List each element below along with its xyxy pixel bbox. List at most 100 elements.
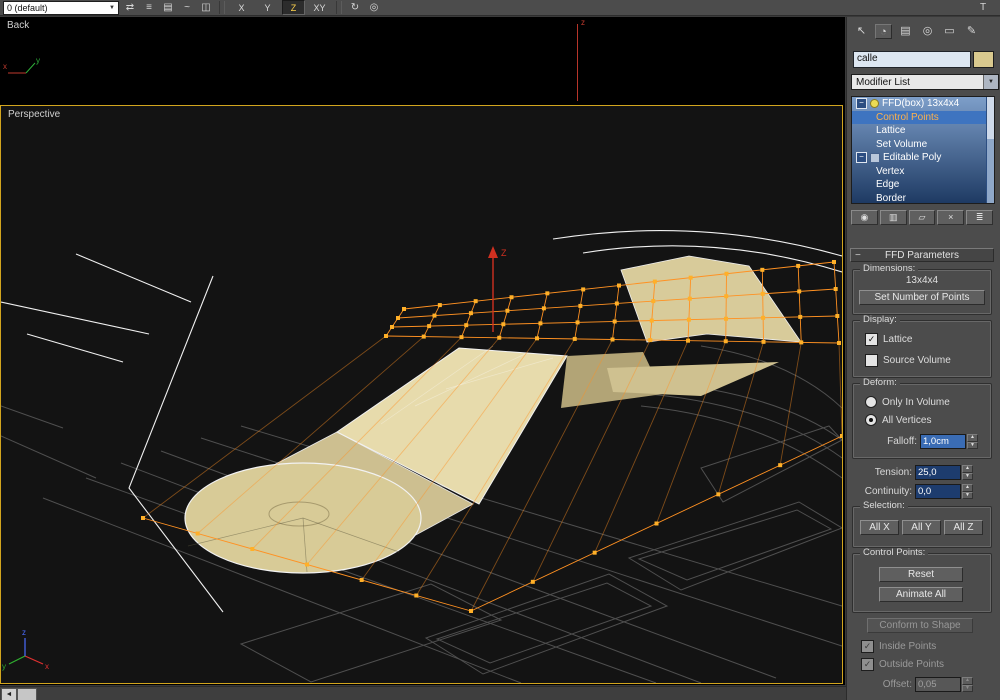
- named-selection-set-dropdown[interactable]: 0 (default) ▼: [3, 0, 119, 15]
- scrollbar-thumb[interactable]: [17, 688, 37, 700]
- ffd-control-point[interactable]: [614, 301, 619, 306]
- ffd-control-point[interactable]: [716, 492, 721, 497]
- spin-down-icon[interactable]: ▼: [967, 441, 978, 449]
- ffd-control-point[interactable]: [432, 313, 437, 318]
- ffd-control-point[interactable]: [414, 593, 419, 598]
- ffd-control-point[interactable]: [760, 267, 765, 272]
- remove-modifier-icon[interactable]: ×: [937, 210, 965, 225]
- ffd-control-point[interactable]: [535, 336, 539, 341]
- ffd-control-point[interactable]: [402, 307, 406, 311]
- ffd-control-point[interactable]: [796, 263, 801, 268]
- spin-up-icon[interactable]: ▲: [962, 484, 973, 492]
- tab-hierarchy-icon[interactable]: ▤: [897, 24, 914, 39]
- checkbox-checked-icon[interactable]: ✓: [861, 658, 874, 671]
- ffd-control-point[interactable]: [459, 335, 464, 340]
- rotate-gizmo-icon[interactable]: ↻: [347, 1, 363, 14]
- ffd-control-point[interactable]: [612, 319, 617, 324]
- ffd-control-point[interactable]: [840, 434, 842, 438]
- tab-create-icon[interactable]: ↖: [853, 24, 870, 39]
- checkbox-checked-icon[interactable]: ✓: [865, 333, 878, 346]
- ffd-control-point[interactable]: [833, 287, 838, 291]
- ffd-control-point[interactable]: [778, 463, 783, 468]
- inside-points-checkbox-row[interactable]: ✓ Inside Points: [861, 640, 936, 653]
- viewport-3d-scene[interactable]: Z x y z: [1, 106, 842, 683]
- show-end-result-icon[interactable]: ▥: [879, 210, 907, 225]
- tension-field[interactable]: 25,0: [915, 465, 961, 480]
- ffd-control-point[interactable]: [427, 324, 432, 329]
- expander-icon[interactable]: −: [856, 98, 867, 110]
- ffd-control-point[interactable]: [837, 341, 841, 345]
- ffd-control-point[interactable]: [652, 279, 657, 284]
- stack-row-vertex[interactable]: Vertex: [852, 165, 994, 179]
- continuity-spinner[interactable]: ▲ ▼: [962, 484, 973, 499]
- ffd-control-point[interactable]: [396, 316, 400, 320]
- configure-modifier-sets-icon[interactable]: ≣: [966, 210, 993, 225]
- ffd-control-point[interactable]: [469, 609, 473, 613]
- expander-icon[interactable]: −: [856, 152, 867, 164]
- ffd-control-point[interactable]: [468, 311, 473, 316]
- ffd-control-point[interactable]: [723, 339, 728, 344]
- spin-up-icon[interactable]: ▲: [962, 465, 973, 473]
- stack-row-edge[interactable]: Edge: [852, 178, 994, 192]
- align-icon[interactable]: ≡: [141, 1, 157, 14]
- only-in-volume-radio-row[interactable]: Only In Volume: [865, 396, 950, 408]
- modifier-list-dropdown[interactable]: Modifier List ▼: [851, 74, 999, 90]
- all-z-button[interactable]: All Z: [944, 520, 983, 535]
- ffd-control-point[interactable]: [390, 325, 394, 329]
- ffd-control-point[interactable]: [686, 317, 691, 322]
- scrollbar-thumb[interactable]: [987, 97, 994, 139]
- ffd-control-point[interactable]: [464, 323, 469, 328]
- tab-display-icon[interactable]: ▭: [941, 24, 958, 39]
- ffd-control-point[interactable]: [654, 521, 659, 526]
- pin-stack-icon[interactable]: ◉: [851, 210, 878, 225]
- ffd-control-point[interactable]: [384, 334, 388, 338]
- ffd-control-point[interactable]: [572, 336, 577, 341]
- dropdown-arrow-icon[interactable]: ▼: [983, 75, 998, 89]
- all-y-button[interactable]: All Y: [902, 520, 941, 535]
- snap-toggle-icon[interactable]: ◎: [366, 1, 382, 14]
- ffd-control-point[interactable]: [538, 321, 543, 326]
- ffd-control-point[interactable]: [497, 335, 502, 340]
- ffd-control-point[interactable]: [688, 275, 693, 280]
- stack-row-lattice[interactable]: Lattice: [852, 124, 994, 138]
- all-vertices-radio-row[interactable]: All Vertices: [865, 414, 931, 426]
- ffd-control-point[interactable]: [610, 337, 615, 342]
- ffd-control-point[interactable]: [305, 562, 309, 567]
- tension-spinner[interactable]: ▲ ▼: [962, 465, 973, 480]
- continuity-field[interactable]: 0,0: [915, 484, 961, 499]
- schematic-view-icon[interactable]: ◫: [198, 1, 214, 14]
- outside-points-checkbox-row[interactable]: ✓ Outside Points: [861, 658, 944, 671]
- offset-spinner[interactable]: ▲ ▼: [962, 677, 973, 692]
- ffd-control-point[interactable]: [505, 308, 510, 313]
- ffd-control-point[interactable]: [437, 303, 442, 308]
- object-name-field[interactable]: calle: [853, 51, 971, 68]
- back-viewport[interactable]: Back z x y: [0, 17, 845, 104]
- viewport-label[interactable]: Back: [7, 20, 29, 31]
- lattice-checkbox-row[interactable]: ✓ Lattice: [865, 333, 912, 346]
- axis-constraint-z-button[interactable]: Z: [282, 0, 305, 15]
- reset-button[interactable]: Reset: [879, 567, 963, 582]
- ffd-control-point[interactable]: [724, 316, 728, 321]
- ffd-control-point[interactable]: [578, 303, 583, 308]
- collapse-icon[interactable]: −: [855, 249, 861, 262]
- make-unique-icon[interactable]: ▱: [908, 210, 936, 225]
- stack-row-editable-poly[interactable]: − Editable Poly: [852, 151, 994, 165]
- tab-modify-icon[interactable]: ◔: [875, 24, 892, 39]
- manage-layers-icon[interactable]: ▤: [160, 1, 176, 14]
- spin-up-icon[interactable]: ▲: [962, 677, 973, 685]
- falloff-spinner[interactable]: ▲ ▼: [967, 434, 978, 449]
- ffd-control-point[interactable]: [760, 291, 765, 296]
- ffd-control-point[interactable]: [575, 320, 580, 325]
- ffd-control-point[interactable]: [798, 314, 803, 319]
- ffd-control-point[interactable]: [141, 516, 145, 520]
- ffd-control-point[interactable]: [581, 287, 586, 292]
- axis-constraint-x-button[interactable]: X: [230, 0, 253, 15]
- ffd-control-point[interactable]: [797, 289, 802, 294]
- axis-constraint-y-button[interactable]: Y: [256, 0, 279, 15]
- stack-row-set-volume[interactable]: Set Volume: [852, 138, 994, 152]
- ffd-control-point[interactable]: [724, 271, 729, 276]
- ffd-control-point[interactable]: [649, 318, 654, 323]
- ffd-control-point[interactable]: [250, 547, 255, 551]
- ffd-control-point[interactable]: [359, 578, 364, 582]
- ffd-control-point[interactable]: [687, 296, 692, 301]
